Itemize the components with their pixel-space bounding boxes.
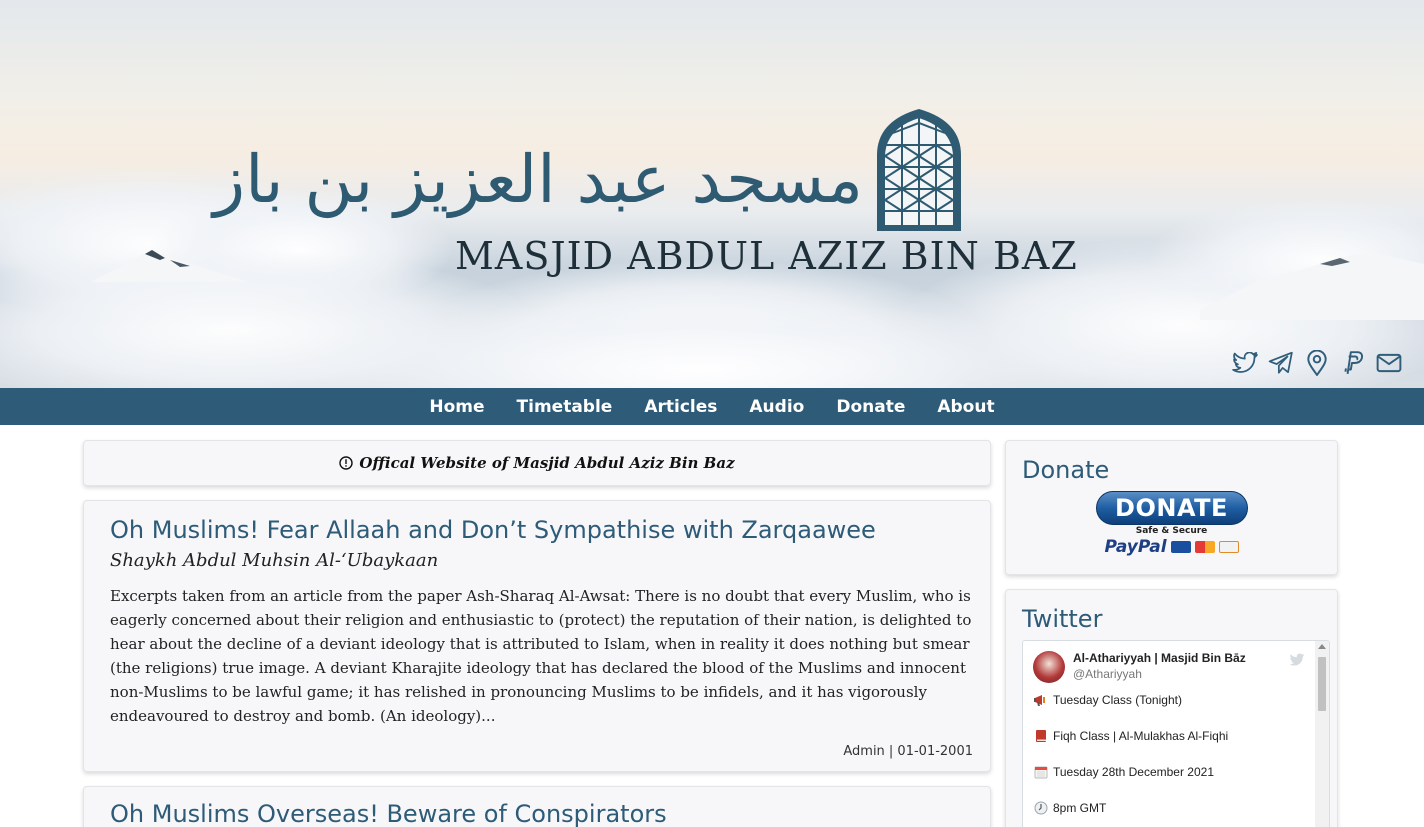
nav-articles[interactable]: Articles (644, 397, 717, 417)
scroll-up-arrow-icon[interactable] (1318, 644, 1326, 649)
tweet-line: Fiqh Class | Al-Mulakhas Al-Fiqhi (1033, 727, 1319, 745)
tweet-account-handle[interactable]: @Athariyyah (1073, 667, 1246, 681)
mosque-window-icon (877, 109, 961, 231)
sidebar: Donate DONATE Safe & Secure PayPal Twitt… (1005, 440, 1338, 827)
main-content: Offical Website of Masjid Abdul Aziz Bin… (83, 440, 991, 827)
tweet-header: Al-Athariyyah | Masjid Bin Bāz @Athariyy… (1023, 641, 1329, 683)
main-nav: Home Timetable Articles Audio Donate Abo… (0, 388, 1424, 425)
tweet-body: Tuesday Class (Tonight) Fiqh Class | Al-… (1023, 683, 1329, 817)
feed-scrollbar[interactable] (1315, 641, 1329, 827)
donate-payment-logos: PayPal (1096, 537, 1248, 557)
hero-banner: مسجد عبد العزيز بن باز MASJID ABDUL AZIZ… (0, 0, 1424, 388)
visa-card-icon (1170, 541, 1191, 553)
mountain-peak-left (90, 250, 250, 282)
tweet-line: 8pm GMT (1033, 799, 1319, 817)
twitter-feed[interactable]: Al-Athariyyah | Masjid Bin Bāz @Athariyy… (1022, 640, 1330, 827)
mail-icon[interactable] (1376, 350, 1402, 376)
article-card: Oh Muslims Overseas! Beware of Conspirat… (83, 786, 991, 827)
tweet-line-text: Tuesday Class (Tonight) (1053, 693, 1182, 707)
info-circle-icon (339, 456, 354, 470)
book-icon (1033, 729, 1049, 743)
mastercard-icon (1194, 541, 1215, 553)
tweet-line-text: Fiqh Class | Al-Mulakhas Al-Fiqhi (1053, 729, 1229, 743)
scrollbar-thumb[interactable] (1318, 657, 1326, 711)
twitter-widget: Twitter Al-Athariyyah | Masjid Bin Bāz @… (1005, 589, 1338, 827)
nav-donate[interactable]: Donate (836, 397, 905, 417)
megaphone-icon (1033, 693, 1049, 707)
article-excerpt: Excerpts taken from an article from the … (110, 587, 972, 725)
donate-button-label: DONATE (1095, 491, 1248, 525)
logo-latin-text: MASJID ABDUL AZIZ BIN BAZ (455, 234, 1078, 278)
tweet-line-text: Tuesday 28th December 2021 (1053, 765, 1214, 779)
avatar[interactable] (1033, 651, 1065, 683)
notice-text: Offical Website of Masjid Abdul Aziz Bin… (359, 454, 735, 472)
paypal-donate-button[interactable]: DONATE Safe & Secure PayPal (1095, 491, 1248, 563)
twitter-icon[interactable] (1232, 350, 1258, 376)
article-title[interactable]: Oh Muslims! Fear Allaah and Don’t Sympat… (110, 515, 973, 545)
article-meta: Admin | 01-01-2001 (843, 744, 973, 759)
article-title[interactable]: Oh Muslims Overseas! Beware of Conspirat… (110, 799, 973, 827)
clock-icon (1033, 801, 1049, 815)
discover-card-icon (1218, 541, 1239, 553)
paypal-wordmark: PayPal (1104, 537, 1167, 557)
tweet-line: Tuesday Class (Tonight) (1033, 691, 1319, 709)
calendar-icon (1033, 765, 1049, 779)
twitter-bird-icon[interactable] (1289, 653, 1305, 667)
nav-timetable[interactable]: Timetable (517, 397, 613, 417)
location-pin-icon[interactable] (1304, 350, 1330, 376)
twitter-heading: Twitter (1022, 605, 1103, 633)
tweet-line-text: 8pm GMT (1053, 801, 1107, 815)
donate-heading: Donate (1022, 456, 1110, 484)
logo-arabic-calligraphy: مسجد عبد العزيز بن باز (213, 141, 865, 218)
nav-about[interactable]: About (937, 397, 994, 417)
site-logo[interactable]: مسجد عبد العزيز بن باز MASJID ABDUL AZIZ… (213, 105, 1078, 280)
donate-widget: Donate DONATE Safe & Secure PayPal (1005, 440, 1338, 575)
social-links (1232, 350, 1402, 376)
mountain-peak-right (1200, 252, 1424, 320)
paypal-icon[interactable] (1340, 350, 1366, 376)
donate-safe-text: Safe & Secure (1135, 526, 1208, 536)
notice-banner: Offical Website of Masjid Abdul Aziz Bin… (83, 440, 991, 486)
nav-audio[interactable]: Audio (749, 397, 804, 417)
article-author: Shaykh Abdul Muhsin Al-‘Ubaykaan (110, 550, 439, 571)
article-card: Oh Muslims! Fear Allaah and Don’t Sympat… (83, 500, 991, 772)
tweet-account-name[interactable]: Al-Athariyyah | Masjid Bin Bāz (1073, 651, 1246, 665)
tweet-line: Tuesday 28th December 2021 (1033, 763, 1319, 781)
telegram-icon[interactable] (1268, 350, 1294, 376)
nav-home[interactable]: Home (429, 397, 484, 417)
